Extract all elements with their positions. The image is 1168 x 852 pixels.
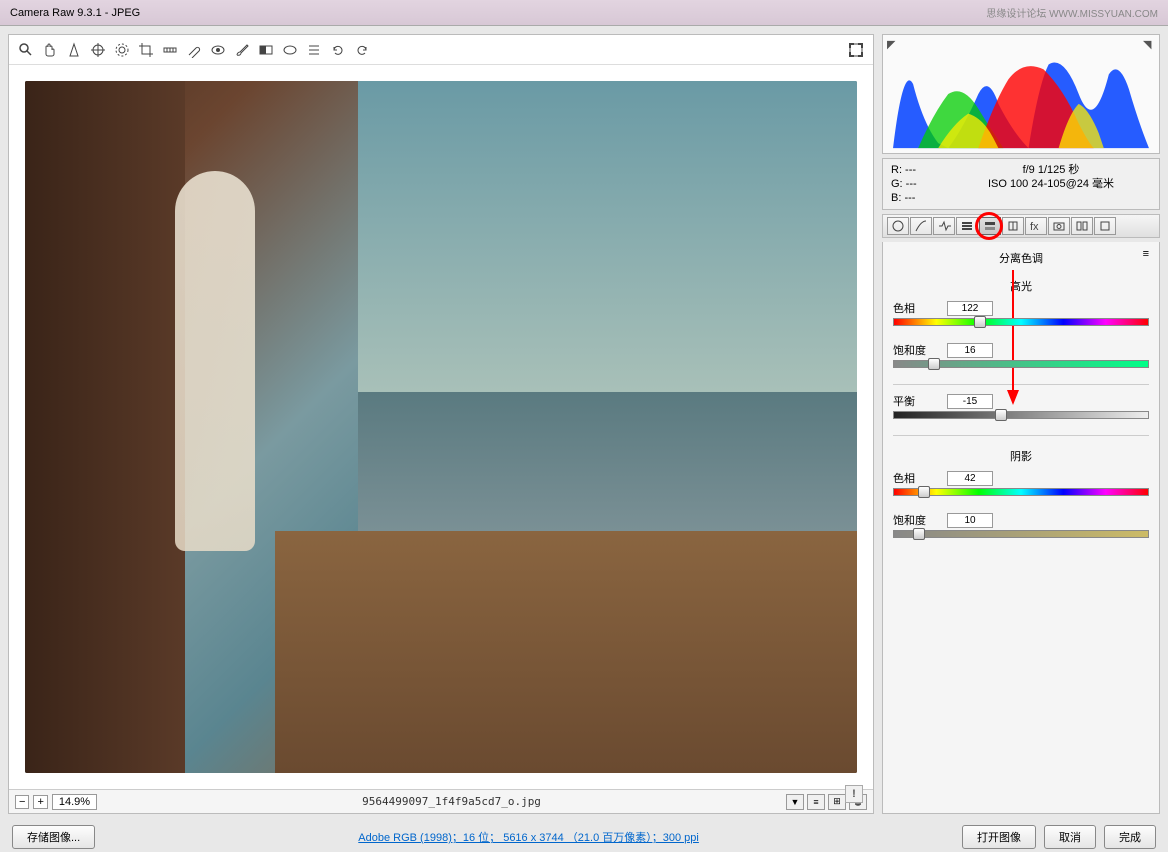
s-sat-value[interactable] [947, 513, 993, 528]
balance-slider[interactable] [893, 411, 1149, 425]
left-pane: ! − + 14.9% 9564499097_1f4f9a5cd7_o.jpg … [8, 34, 874, 814]
balance-label: 平衡 [893, 393, 941, 409]
rating-icon[interactable]: ≡ [807, 794, 825, 810]
highlight-clip-icon[interactable]: ◥ [1143, 38, 1155, 50]
tab-snapshots[interactable] [1094, 217, 1116, 235]
s-hue-label: 色相 [893, 470, 941, 486]
footer: 存储图像... Adobe RGB (1998)；16 位； 5616 x 37… [0, 822, 1168, 852]
rotate-ccw-icon[interactable] [329, 41, 347, 59]
balance-value[interactable] [947, 394, 993, 409]
gradient-icon[interactable] [257, 41, 275, 59]
spot-icon[interactable] [185, 41, 203, 59]
tab-camera[interactable] [1048, 217, 1070, 235]
r-value: R: --- [891, 163, 951, 177]
brush-icon[interactable] [233, 41, 251, 59]
h-hue-value[interactable] [947, 301, 993, 316]
s-sat-slider[interactable] [893, 530, 1149, 544]
shadow-clip-icon[interactable]: ◤ [887, 38, 899, 50]
tab-split-toning[interactable] [979, 217, 1001, 235]
tab-lens[interactable] [1002, 217, 1024, 235]
panel-title: 分离色调 [999, 253, 1043, 265]
tab-presets[interactable] [1071, 217, 1093, 235]
exif-line2: ISO 100 24-105@24 毫米 [951, 177, 1151, 191]
titlebar: Camera Raw 9.3.1 - JPEG 思缘设计论坛 WWW.MISSY… [0, 0, 1168, 26]
panel-content: 分离色调 ≡ 高光 色相 饱和度 平衡 阴影 [882, 242, 1160, 814]
h-sat-label: 饱和度 [893, 342, 941, 358]
crop-icon[interactable] [137, 41, 155, 59]
tab-hsl[interactable] [956, 217, 978, 235]
cancel-button[interactable]: 取消 [1044, 825, 1096, 849]
h-sat-value[interactable] [947, 343, 993, 358]
save-button[interactable]: 存储图像... [12, 825, 95, 849]
workflow-link[interactable]: Adobe RGB (1998)；16 位； 5616 x 3744 （21.0… [103, 829, 954, 845]
zoom-level[interactable]: 14.9% [52, 794, 97, 810]
rotate-cw-icon[interactable] [353, 41, 371, 59]
straighten-icon[interactable] [161, 41, 179, 59]
image-preview[interactable] [25, 81, 857, 773]
zoom-minus-icon[interactable]: − [15, 795, 29, 809]
rgb-info: R: --- G: --- B: --- f/9 1/125 秒 ISO 100… [882, 158, 1160, 210]
app-title: Camera Raw 9.3.1 - JPEG [10, 7, 140, 19]
right-pane: ◤ ◥ R: --- G: --- B: --- f/9 1/125 秒 ISO… [882, 34, 1160, 814]
whitebalance-icon[interactable] [65, 41, 83, 59]
highlights-label: 高光 [893, 274, 1149, 298]
target-icon[interactable] [113, 41, 131, 59]
colorsample-icon[interactable] [89, 41, 107, 59]
filter-icon[interactable]: ▼ [786, 794, 804, 810]
tab-detail[interactable] [933, 217, 955, 235]
shadows-label: 阴影 [893, 444, 1149, 468]
h-hue-slider[interactable] [893, 318, 1149, 332]
filename: 9564499097_1f4f9a5cd7_o.jpg [121, 795, 782, 808]
open-button[interactable]: 打开图像 [962, 825, 1036, 849]
bottom-bar: − + 14.9% 9564499097_1f4f9a5cd7_o.jpg ▼ … [9, 789, 873, 813]
tab-basic[interactable] [887, 217, 909, 235]
toolbar [9, 35, 873, 65]
g-value: G: --- [891, 177, 951, 191]
s-hue-value[interactable] [947, 471, 993, 486]
histogram: ◤ ◥ [882, 34, 1160, 154]
panel-menu-icon[interactable]: ≡ [1143, 248, 1149, 260]
s-sat-label: 饱和度 [893, 512, 941, 528]
tab-fx[interactable]: fx [1025, 217, 1047, 235]
grid-icon[interactable]: ⊞ [828, 794, 846, 810]
s-hue-slider[interactable] [893, 488, 1149, 502]
fullscreen-icon[interactable] [847, 41, 865, 59]
watermark: 思缘设计论坛 WWW.MISSYUAN.COM [986, 5, 1158, 20]
main-container: ! − + 14.9% 9564499097_1f4f9a5cd7_o.jpg … [0, 26, 1168, 822]
panel-tabs: fx [882, 214, 1160, 238]
radial-icon[interactable] [281, 41, 299, 59]
h-hue-label: 色相 [893, 300, 941, 316]
h-sat-slider[interactable] [893, 360, 1149, 374]
warning-icon[interactable]: ! [845, 785, 863, 803]
b-value: B: --- [891, 191, 951, 205]
hand-icon[interactable] [41, 41, 59, 59]
zoom-icon[interactable] [17, 41, 35, 59]
exif-line1: f/9 1/125 秒 [951, 163, 1151, 177]
zoom-plus-icon[interactable]: + [33, 795, 47, 809]
svg-text:fx: fx [1030, 221, 1039, 233]
redeye-icon[interactable] [209, 41, 227, 59]
tab-curve[interactable] [910, 217, 932, 235]
done-button[interactable]: 完成 [1104, 825, 1156, 849]
list-icon[interactable] [305, 41, 323, 59]
